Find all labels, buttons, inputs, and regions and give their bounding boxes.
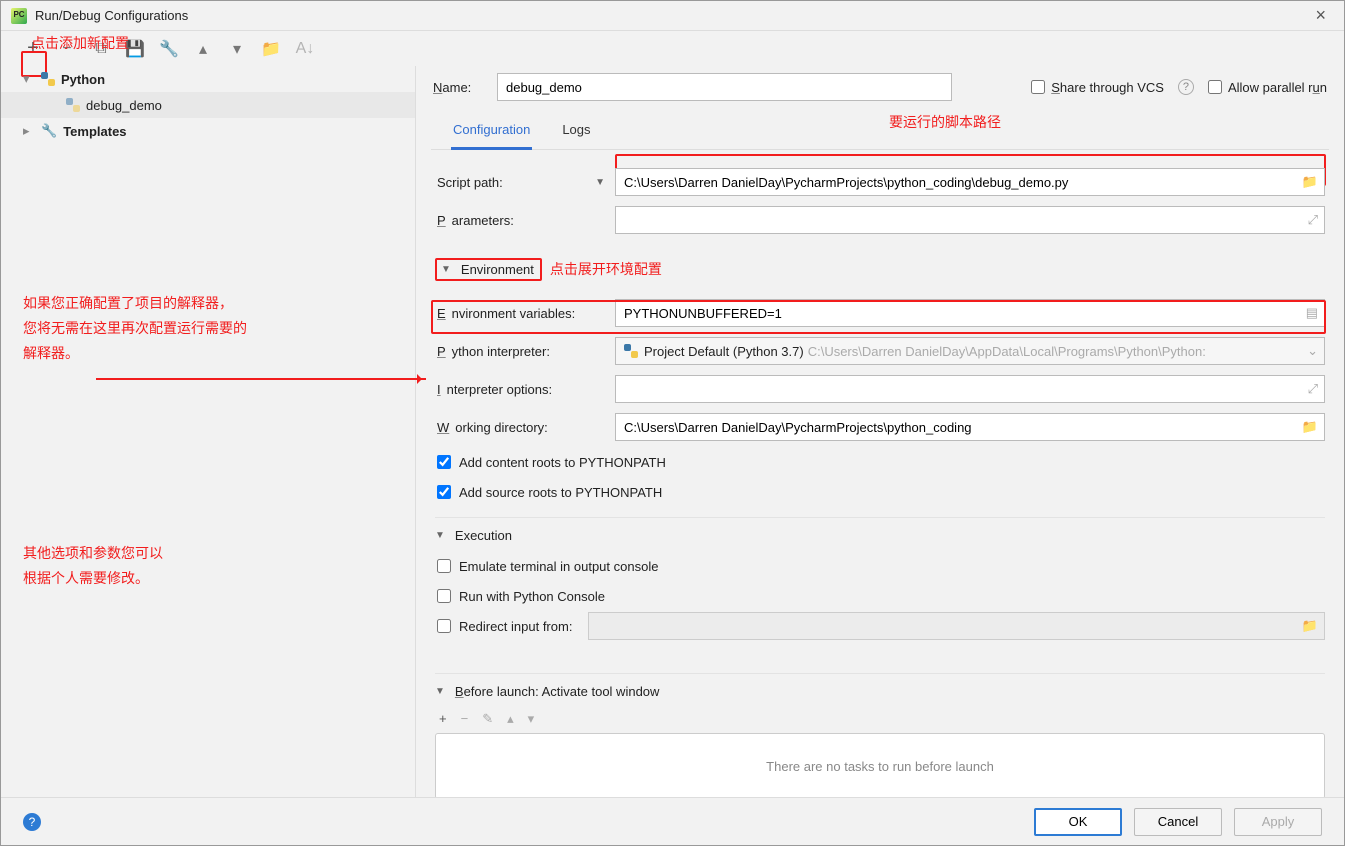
script-path-field[interactable]: 📁	[615, 168, 1325, 196]
save-config-button[interactable]: 💾	[125, 39, 145, 59]
titlebar: PC Run/Debug Configurations ×	[1, 1, 1344, 31]
settings-button[interactable]: 🔧	[159, 39, 179, 59]
tab-configuration[interactable]: Configuration	[451, 112, 532, 150]
name-input[interactable]	[497, 73, 952, 101]
content-roots-checkbox[interactable]: Add content roots to PYTHONPATH	[437, 447, 1325, 477]
config-tree: ▾ Python debug_demo ▸ 🔧 Templates 如果您正确配…	[1, 66, 416, 797]
parallel-run-checkbox[interactable]: Allow parallel run	[1208, 80, 1327, 95]
add-config-button[interactable]: +	[23, 39, 43, 59]
workdir-field[interactable]: 📁	[615, 413, 1325, 441]
edit-task-button[interactable]: ✎	[482, 711, 493, 727]
apply-button[interactable]: Apply	[1234, 808, 1322, 836]
parameters-label: Parameters:	[435, 213, 605, 228]
folder-icon[interactable]: 📁	[1302, 618, 1318, 634]
emulate-terminal-checkbox[interactable]: Emulate terminal in output console	[437, 551, 1325, 581]
tab-logs[interactable]: Logs	[560, 112, 592, 149]
redirect-input-field[interactable]: 📁	[588, 612, 1325, 640]
tree-label: Templates	[63, 124, 126, 139]
expand-icon[interactable]: ⤢	[1308, 212, 1318, 228]
window-title: Run/Debug Configurations	[35, 8, 188, 23]
environment-section-toggle[interactable]: ▼ Environment	[435, 258, 542, 281]
triangle-down-icon: ▼	[435, 686, 445, 697]
move-down-button[interactable]: ▾	[227, 39, 247, 59]
config-toolbar: + − ⧉ 💾 🔧 ▴ ▾ 📁 A↓	[1, 31, 1344, 66]
before-launch-toolbar: + − ✎ ▴ ▾	[435, 707, 1325, 733]
cancel-button[interactable]: Cancel	[1134, 808, 1222, 836]
execution-section-toggle[interactable]: ▼Execution	[435, 528, 1325, 543]
copy-config-button[interactable]: ⧉	[91, 39, 111, 59]
python-icon	[624, 344, 638, 358]
name-label: Name:	[433, 80, 483, 95]
help-icon[interactable]: ?	[1178, 79, 1194, 95]
triangle-down-icon: ▼	[441, 264, 451, 275]
help-button[interactable]: ?	[23, 813, 41, 831]
annotation-other: 其他选项和参数您可以 根据个人需要修改。	[23, 541, 163, 591]
workdir-label: Working directory:	[435, 420, 605, 435]
sort-button[interactable]: A↓	[295, 39, 315, 59]
pycharm-icon: PC	[11, 8, 27, 24]
redirect-input-row: Redirect input from: 📁	[437, 611, 1325, 641]
remove-config-button[interactable]: −	[57, 39, 77, 59]
annotation-interpreter: 如果您正确配置了项目的解释器， 您将无需在这里再次配置运行需要的 解释器。	[23, 291, 247, 366]
interp-opts-field[interactable]: ⤢	[615, 375, 1325, 403]
interpreter-dropdown[interactable]: Project Default (Python 3.7) C:\Users\Da…	[615, 337, 1325, 365]
script-path-label[interactable]: Script path:▼	[435, 175, 605, 190]
parameters-field[interactable]: ⤢	[615, 206, 1325, 234]
tree-node-python[interactable]: ▾ Python	[1, 66, 415, 92]
folder-icon[interactable]: 📁	[1302, 419, 1318, 435]
annotation-env: 点击展开环境配置	[550, 259, 662, 279]
list-icon[interactable]: ▤	[1306, 305, 1318, 321]
interp-opts-label: Interpreter options:	[435, 382, 605, 397]
move-up-button[interactable]: ▴	[507, 711, 514, 727]
expand-icon[interactable]: ⤢	[1308, 381, 1318, 397]
interpreter-label: Python interpreter:	[435, 344, 605, 359]
wrench-icon: 🔧	[41, 123, 57, 139]
before-launch-task-list: There are no tasks to run before launch	[435, 733, 1325, 797]
chevron-right-icon: ▸	[23, 123, 35, 139]
before-launch-section-toggle[interactable]: ▼ Before launch: Activate tool window	[435, 684, 1325, 699]
folder-button[interactable]: 📁	[261, 39, 281, 59]
annotation-script-path: 要运行的脚本路径	[889, 112, 1001, 149]
config-form: Script path:▼ 📁 Parameters: ⤢ ▼ Environm…	[431, 150, 1329, 797]
redirect-input-checkbox[interactable]	[437, 619, 451, 633]
move-down-button[interactable]: ▾	[528, 711, 535, 727]
tree-label: debug_demo	[86, 98, 162, 113]
chevron-down-icon: ▾	[23, 71, 35, 87]
triangle-down-icon: ▼	[435, 530, 445, 541]
python-icon	[41, 72, 55, 86]
folder-icon[interactable]: 📁	[1302, 174, 1318, 190]
close-icon[interactable]: ×	[1307, 5, 1334, 26]
remove-task-button[interactable]: −	[461, 711, 469, 727]
source-roots-checkbox[interactable]: Add source roots to PYTHONPATH	[437, 477, 1325, 507]
python-console-checkbox[interactable]: Run with Python Console	[437, 581, 1325, 611]
chevron-down-icon: ⌄	[1307, 343, 1318, 359]
envvars-field[interactable]: ▤	[615, 299, 1325, 327]
tree-node-templates[interactable]: ▸ 🔧 Templates	[1, 118, 415, 144]
dialog-footer: ? OK Cancel Apply	[1, 797, 1344, 845]
ok-button[interactable]: OK	[1034, 808, 1122, 836]
tree-label: Python	[61, 72, 105, 87]
move-up-button[interactable]: ▴	[193, 39, 213, 59]
chevron-down-icon: ▼	[595, 177, 605, 188]
envvars-label: Environment variables:	[435, 306, 605, 321]
config-panel: Name: Share through VCS ? Allow parallel…	[416, 66, 1344, 797]
python-icon	[66, 98, 80, 112]
annotation-arrow	[96, 378, 426, 380]
tree-node-debug-demo[interactable]: debug_demo	[1, 92, 415, 118]
config-tabs: Configuration Logs 要运行的脚本路径	[431, 112, 1329, 150]
add-task-button[interactable]: +	[439, 711, 447, 727]
share-vcs-checkbox[interactable]: Share through VCS	[1031, 80, 1164, 95]
